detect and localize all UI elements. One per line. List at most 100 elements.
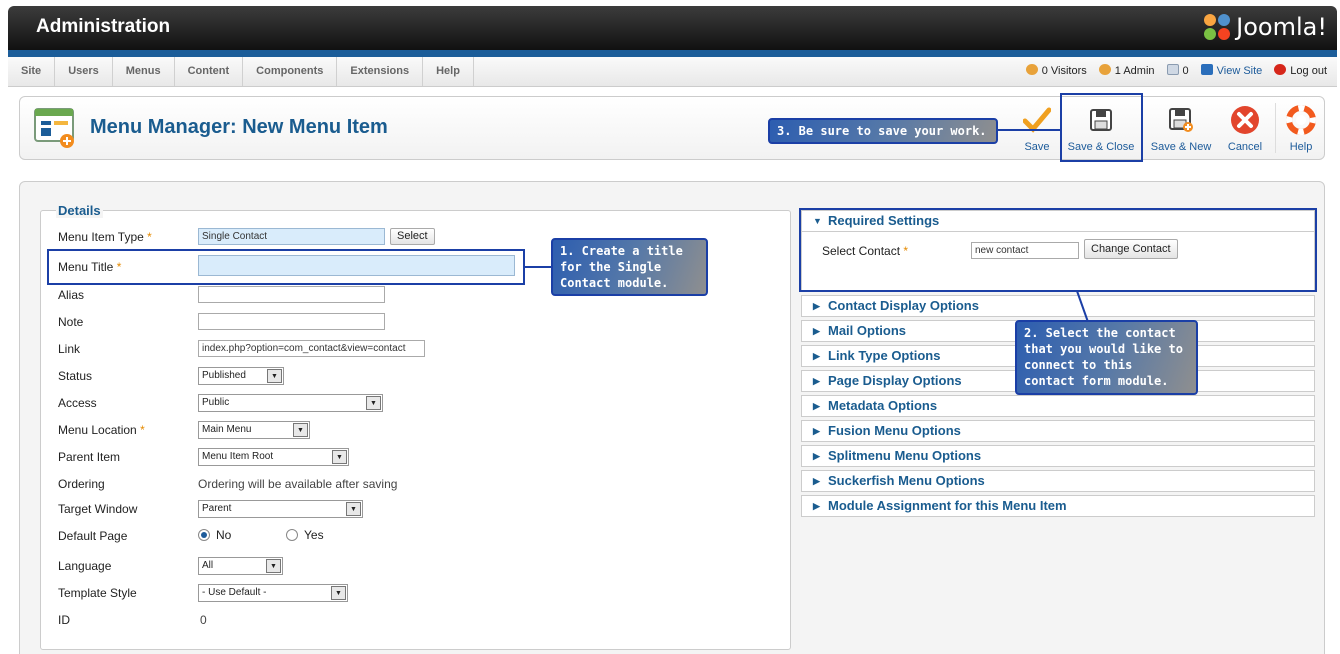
menu-location-value: Main Menu <box>202 424 252 435</box>
language-label: Language <box>58 559 112 573</box>
required-marker: * <box>147 230 152 244</box>
panel-title: Suckerfish Menu Options <box>828 473 985 488</box>
target-window-value: Parent <box>202 503 232 514</box>
cancel-label: Cancel <box>1227 141 1263 153</box>
save-new-button[interactable]: Save & New <box>1148 105 1214 153</box>
view-site-label: View Site <box>1216 65 1263 77</box>
lifebuoy-icon <box>1286 105 1316 135</box>
parent-item-value: Menu Item Root <box>202 451 274 462</box>
panel-metadata[interactable]: ▶ Metadata Options <box>801 395 1315 417</box>
alias-input[interactable] <box>198 286 385 303</box>
callout-select-contact: 2. Select the contact that you would lik… <box>1015 320 1198 395</box>
header-title: Administration <box>36 16 171 37</box>
triangle-right-icon: ▶ <box>813 376 820 386</box>
help-button[interactable]: Help <box>1286 105 1316 153</box>
triangle-right-icon: ▶ <box>813 451 820 461</box>
menu-item-type-label-text: Menu Item Type <box>58 230 144 244</box>
access-value: Public <box>202 397 230 408</box>
save-label: Save <box>1024 141 1050 153</box>
panel-suckerfish[interactable]: ▶ Suckerfish Menu Options <box>801 470 1315 492</box>
admin-count: 1 Admin <box>1114 65 1155 77</box>
triangle-right-icon: ▶ <box>813 426 820 436</box>
callout-create-title: 1. Create a title for the Single Contact… <box>551 238 708 296</box>
dropdown-arrow-icon: ▼ <box>267 369 282 383</box>
dropdown-arrow-icon: ▼ <box>366 396 381 410</box>
cancel-icon <box>1230 105 1260 135</box>
visitors-icon <box>1025 64 1038 75</box>
panel-splitmenu[interactable]: ▶ Splitmenu Menu Options <box>801 445 1315 467</box>
details-legend: Details <box>56 203 103 218</box>
panel-title: Module Assignment for this Menu Item <box>828 498 1067 513</box>
menu-location-label: Menu Location * <box>58 423 145 437</box>
radio-selected-icon <box>198 529 210 541</box>
link-input[interactable]: index.php?option=com_contact&view=contac… <box>198 340 425 357</box>
menu-title-highlight <box>47 249 525 285</box>
language-value: All <box>202 560 214 571</box>
parent-item-select[interactable]: Menu Item Root ▼ <box>198 448 349 466</box>
access-select[interactable]: Public ▼ <box>198 394 383 412</box>
menu-users[interactable]: Users <box>55 57 113 86</box>
callout-3-text: 3. Be sure to save your work. <box>777 124 987 138</box>
save-close-highlight <box>1060 93 1143 162</box>
template-style-value: - Use Default - <box>202 587 267 598</box>
admins-status: 1 Admin <box>1098 57 1155 86</box>
view-site-icon <box>1200 64 1213 75</box>
default-no-label: No <box>216 528 232 542</box>
joomla-logo-icon <box>1202 12 1232 42</box>
panel-title: Page Display Options <box>828 373 962 388</box>
required-marker: * <box>140 423 145 437</box>
template-style-select[interactable]: - Use Default - ▼ <box>198 584 348 602</box>
language-select[interactable]: All ▼ <box>198 557 283 575</box>
view-site-link[interactable]: View Site <box>1200 57 1263 86</box>
ordering-note: Ordering will be available after saving <box>198 477 398 491</box>
status-select[interactable]: Published ▼ <box>198 367 284 385</box>
joomla-logo[interactable]: Joomla! <box>1202 12 1327 42</box>
triangle-right-icon: ▶ <box>813 351 820 361</box>
menu-site[interactable]: Site <box>8 57 56 86</box>
save-new-label: Save & New <box>1150 141 1212 153</box>
visitors-status: 0 Visitors <box>1025 57 1087 86</box>
help-label: Help <box>1289 141 1313 153</box>
panel-title: Contact Display Options <box>828 298 979 313</box>
access-label: Access <box>58 396 97 410</box>
panel-module-assignment[interactable]: ▶ Module Assignment for this Menu Item <box>801 495 1315 517</box>
menu-item-type-field[interactable]: Single Contact <box>198 228 385 245</box>
status-bar: 0 Visitors 1 Admin 0 View Site Log out <box>1025 57 1327 86</box>
callout-3-connector <box>996 129 1060 131</box>
target-window-select[interactable]: Parent ▼ <box>198 500 363 518</box>
id-value: 0 <box>200 613 207 627</box>
triangle-right-icon: ▶ <box>813 401 820 411</box>
panel-fusion-menu[interactable]: ▶ Fusion Menu Options <box>801 420 1315 442</box>
cancel-button[interactable]: Cancel <box>1226 105 1264 153</box>
menu-extensions[interactable]: Extensions <box>337 57 424 86</box>
default-yes-radio[interactable]: Yes <box>286 528 324 542</box>
dropdown-arrow-icon: ▼ <box>293 423 308 437</box>
id-label: ID <box>58 613 70 627</box>
menu-location-select[interactable]: Main Menu ▼ <box>198 421 310 439</box>
callout-2-connector <box>1076 290 1089 323</box>
menu-help[interactable]: Help <box>423 57 474 86</box>
default-no-radio[interactable]: No <box>198 528 231 542</box>
visitors-count: 0 Visitors <box>1041 65 1087 77</box>
triangle-right-icon: ▶ <box>813 326 820 336</box>
required-settings-highlight <box>799 208 1317 292</box>
note-input[interactable] <box>198 313 385 330</box>
callout-save-work: 3. Be sure to save your work. <box>768 118 998 144</box>
page-title: Menu Manager: New Menu Item <box>90 116 388 138</box>
logout-link[interactable]: Log out <box>1274 57 1327 86</box>
admin-icon <box>1098 64 1111 75</box>
panel-title: Metadata Options <box>828 398 938 413</box>
radio-empty-icon <box>286 529 298 541</box>
menu-menus[interactable]: Menus <box>113 57 175 86</box>
menu-location-label-text: Menu Location <box>58 423 137 437</box>
logout-icon <box>1274 64 1287 75</box>
select-type-button[interactable]: Select <box>390 228 435 245</box>
menu-components[interactable]: Components <box>243 57 338 86</box>
messages-status[interactable]: 0 <box>1166 57 1189 86</box>
menu-content[interactable]: Content <box>175 57 244 86</box>
messages-count: 0 <box>1182 65 1189 77</box>
triangle-right-icon: ▶ <box>813 476 820 486</box>
callout-2-text: 2. Select the contact that you would lik… <box>1024 326 1183 388</box>
panel-contact-display[interactable]: ▶ Contact Display Options <box>801 295 1315 317</box>
panel-title: Fusion Menu Options <box>828 423 961 438</box>
